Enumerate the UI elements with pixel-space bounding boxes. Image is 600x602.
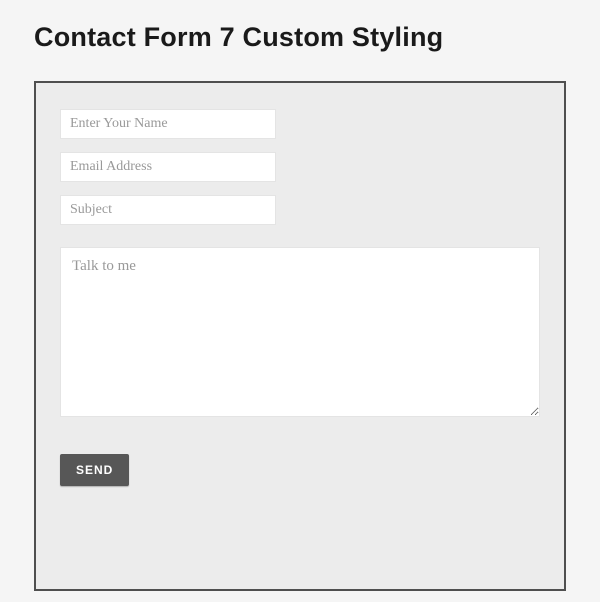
subject-input[interactable] <box>60 195 276 225</box>
name-input[interactable] <box>60 109 276 139</box>
page-title: Contact Form 7 Custom Styling <box>34 22 566 53</box>
email-input[interactable] <box>60 152 276 182</box>
contact-form-container: SEND <box>34 81 566 591</box>
message-textarea[interactable] <box>60 247 540 417</box>
send-button[interactable]: SEND <box>60 454 129 486</box>
